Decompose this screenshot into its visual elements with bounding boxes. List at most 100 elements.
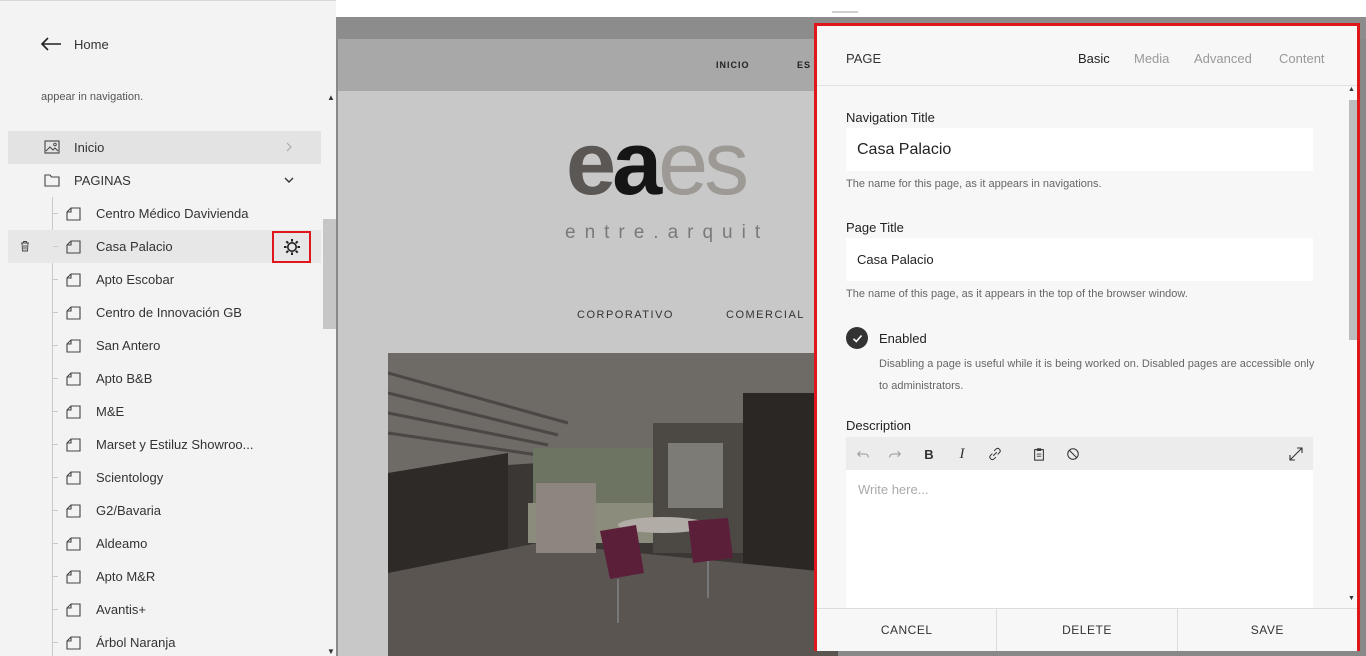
enabled-label: Enabled xyxy=(879,331,927,346)
tree-tick xyxy=(53,246,58,247)
page-item[interactable]: G2/Bavaria xyxy=(8,494,321,527)
description-label: Description xyxy=(846,418,912,433)
nav-title-input[interactable] xyxy=(846,128,1313,171)
tab-media[interactable]: Media xyxy=(1134,51,1169,66)
page-item-label: Apto B&B xyxy=(96,371,153,386)
link-icon[interactable] xyxy=(987,446,1003,462)
page-icon xyxy=(66,537,81,551)
site-nav-item[interactable]: INICIO xyxy=(716,60,750,70)
nav-title-label: Navigation Title xyxy=(846,110,935,125)
tree-tick xyxy=(53,477,58,478)
page-item[interactable]: Casa Palacio xyxy=(8,230,321,263)
page-item[interactable]: Apto B&B xyxy=(8,362,321,395)
bold-icon[interactable]: B xyxy=(921,446,937,462)
page-icon xyxy=(66,471,81,485)
page-item[interactable]: San Antero xyxy=(8,329,321,362)
panel-footer: CANCEL DELETE SAVE xyxy=(817,608,1357,651)
clear-format-icon[interactable] xyxy=(1065,446,1081,462)
page-icon xyxy=(66,405,81,419)
page-item[interactable]: Avantis+ xyxy=(8,593,321,626)
pages-sidebar: Home appear in navigation. ▲ ▼ Inicio PA… xyxy=(0,0,336,656)
page-item-label: Árbol Naranja xyxy=(96,635,176,650)
panel-header: PAGE Basic Media Advanced Content xyxy=(817,26,1357,86)
nav-title-help: The name for this page, as it appears in… xyxy=(846,178,1102,190)
tab-content[interactable]: Content xyxy=(1279,51,1325,66)
sidebar-item-label: PAGINAS xyxy=(74,173,131,188)
page-item[interactable]: Scientology xyxy=(8,461,321,494)
tree-tick xyxy=(53,576,58,577)
page-item[interactable]: Árbol Naranja xyxy=(8,626,321,656)
page-icon xyxy=(66,570,81,584)
trash-icon[interactable] xyxy=(20,240,30,252)
tree-tick xyxy=(53,609,58,610)
save-button[interactable]: SAVE xyxy=(1178,609,1357,651)
page-item[interactable]: Apto M&R xyxy=(8,560,321,593)
page-item[interactable]: Marset y Estiluz Showroo... xyxy=(8,428,321,461)
page-item[interactable]: M&E xyxy=(8,395,321,428)
page-item[interactable]: Aldeamo xyxy=(8,527,321,560)
page-icon xyxy=(66,504,81,518)
delete-button[interactable]: DELETE xyxy=(997,609,1178,651)
site-logo: eaes xyxy=(566,114,749,214)
site-tagline: entre.arquit xyxy=(565,222,770,243)
navigation-hint: appear in navigation. xyxy=(41,91,144,103)
sidebar-item-paginas[interactable]: PAGINAS xyxy=(8,164,321,197)
site-nav-item[interactable]: ES xyxy=(797,60,811,70)
app-window: Home appear in navigation. ▲ ▼ Inicio PA… xyxy=(0,0,1366,656)
page-item-label: Casa Palacio xyxy=(96,239,173,254)
site-nav-bar: INICIO ES xyxy=(338,39,838,91)
site-category-link[interactable]: CORPORATIVO xyxy=(577,309,674,321)
tree-tick xyxy=(53,213,58,214)
page-item-label: Marset y Estiluz Showroo... xyxy=(96,437,254,452)
cancel-button[interactable]: CANCEL xyxy=(817,609,998,651)
page-icon xyxy=(66,273,81,287)
tree-tick xyxy=(53,411,58,412)
drag-handle[interactable] xyxy=(832,11,858,13)
italic-icon[interactable]: I xyxy=(954,446,970,462)
panel-scrollbar-thumb[interactable] xyxy=(1349,100,1357,340)
tree-tick xyxy=(53,642,58,643)
page-title-help: The name of this page, as it appears in … xyxy=(846,288,1188,300)
checkmark-icon xyxy=(852,334,862,343)
page-icon xyxy=(66,372,81,386)
image-icon xyxy=(44,140,60,154)
page-item-label: Avantis+ xyxy=(96,602,146,617)
page-icon xyxy=(66,306,81,320)
scroll-up-arrow-icon[interactable]: ▲ xyxy=(1348,86,1355,93)
page-item-label: Apto M&R xyxy=(96,569,156,584)
redo-icon[interactable] xyxy=(887,446,903,462)
site-category-link[interactable]: COMERCIAL xyxy=(726,309,805,321)
page-item[interactable]: Apto Escobar xyxy=(8,263,321,296)
tree-tick xyxy=(53,543,58,544)
page-settings-button[interactable] xyxy=(272,231,311,263)
description-editor[interactable] xyxy=(846,470,1313,608)
page-item-label: Scientology xyxy=(96,470,164,485)
tree-tick xyxy=(53,312,58,313)
arrow-left-icon xyxy=(40,37,61,51)
page-icon xyxy=(66,207,81,221)
tree-tick xyxy=(53,345,58,346)
page-icon xyxy=(66,240,81,254)
home-back-link[interactable]: Home xyxy=(40,36,109,52)
scroll-down-arrow-icon[interactable]: ▼ xyxy=(1348,595,1355,602)
clipboard-icon[interactable] xyxy=(1031,446,1047,462)
enabled-help: Disabling a page is useful while it is b… xyxy=(879,358,1315,392)
page-settings-panel: PAGE Basic Media Advanced Content ▲ ▼ Na… xyxy=(814,23,1360,651)
undo-icon[interactable] xyxy=(855,446,871,462)
tab-advanced[interactable]: Advanced xyxy=(1194,51,1252,66)
enabled-checkbox[interactable] xyxy=(846,327,868,349)
page-item[interactable]: Centro de Innovación GB xyxy=(8,296,321,329)
expand-icon[interactable] xyxy=(1288,446,1304,462)
page-item[interactable]: Centro Médico Davivienda xyxy=(8,197,321,230)
tab-basic[interactable]: Basic xyxy=(1078,51,1110,66)
sidebar-scrollbar-thumb[interactable] xyxy=(323,219,336,329)
page-item-label: Centro Médico Davivienda xyxy=(96,206,249,221)
page-item-label: Apto Escobar xyxy=(96,272,175,287)
folder-icon xyxy=(44,174,60,187)
sidebar-item-inicio[interactable]: Inicio xyxy=(8,131,321,164)
page-icon xyxy=(66,636,81,650)
page-title-input[interactable] xyxy=(846,238,1313,281)
page-item-label: M&E xyxy=(96,404,125,419)
page-title-label: Page Title xyxy=(846,220,904,235)
editor-toolbar: B I xyxy=(846,437,1313,470)
